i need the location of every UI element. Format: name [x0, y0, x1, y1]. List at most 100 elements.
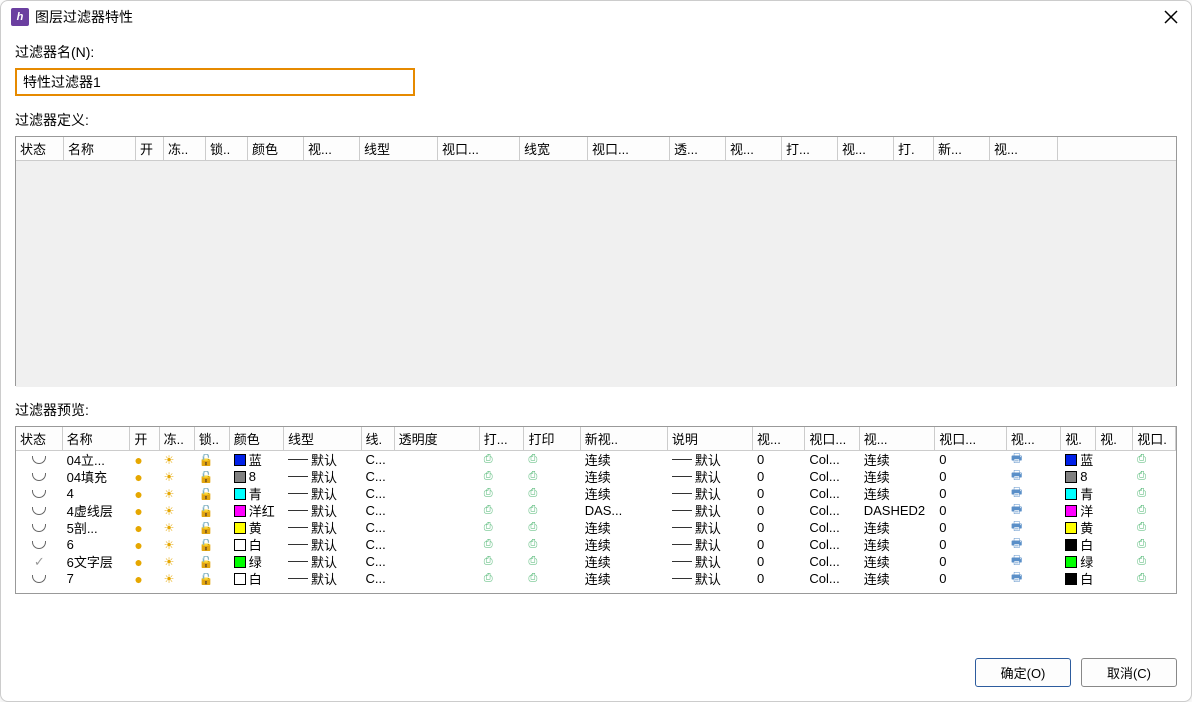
filter-definition-grid[interactable]: 状态名称开冻..锁..颜色视...线型视口...线宽视口...透...视...打…: [15, 136, 1177, 386]
color-swatch: [234, 556, 246, 568]
table-row[interactable]: 04立...●☀🔓蓝默认C...⎙⎙连续默认0Col...连续0🖶蓝⎙: [16, 451, 1176, 468]
table-row[interactable]: 5剖...●☀🔓黄默认C...⎙⎙连续默认0Col...连续0🖶黄⎙: [16, 519, 1176, 536]
lineweight-icon: [672, 544, 692, 545]
linetype-icon: [288, 578, 308, 579]
definition-column-header[interactable]: 透...: [670, 137, 726, 160]
definition-column-header[interactable]: 视口...: [588, 137, 670, 160]
viewport-icon: ⎙: [484, 453, 493, 466]
close-button[interactable]: [1161, 7, 1181, 27]
color-swatch: [1065, 522, 1077, 534]
definition-column-header[interactable]: 视...: [726, 137, 782, 160]
preview-column-header[interactable]: 状态: [16, 427, 63, 450]
definition-column-header[interactable]: 视...: [304, 137, 360, 160]
viewport-icon: ⎙: [484, 555, 493, 568]
filter-name-input[interactable]: [15, 68, 415, 96]
viewport-icon: ⎙: [528, 538, 537, 551]
preview-column-header[interactable]: 开: [130, 427, 159, 450]
filter-definition-section: 过滤器定义: 状态名称开冻..锁..颜色视...线型视口...线宽视口...透.…: [15, 110, 1177, 386]
dialog-window: h 图层过滤器特性 过滤器名(N): 过滤器定义: 状态名称开冻..锁..颜色视…: [0, 0, 1192, 702]
definition-column-header[interactable]: 打.: [894, 137, 934, 160]
definition-column-header[interactable]: 打...: [782, 137, 838, 160]
definition-grid-body: [16, 161, 1176, 387]
viewport-icon: ⎙: [1137, 453, 1146, 466]
viewport-icon: ⎙: [1137, 555, 1146, 568]
definition-column-header[interactable]: 状态: [16, 137, 64, 160]
preview-column-header[interactable]: 锁..: [195, 427, 230, 450]
viewport-icon: ⎙: [1137, 487, 1146, 500]
layer-name: 5剖...: [63, 518, 131, 537]
color-swatch: [1065, 539, 1077, 551]
definition-column-header[interactable]: 名称: [64, 137, 136, 160]
preview-column-header[interactable]: 视...: [1007, 427, 1061, 450]
lightbulb-icon: ●: [134, 470, 142, 484]
table-row[interactable]: 4虚线层●☀🔓洋红默认C...⎙⎙DAS...默认0Col...DASHED20…: [16, 502, 1176, 519]
lineweight-icon: [672, 493, 692, 494]
viewport-icon: ⎙: [1137, 572, 1146, 585]
lineweight-icon: [672, 578, 692, 579]
cancel-button[interactable]: 取消(C): [1081, 658, 1177, 687]
preview-column-header[interactable]: 视口.: [1133, 427, 1176, 450]
lock-icon: 🔓: [199, 556, 214, 568]
preview-column-header[interactable]: 颜色: [230, 427, 284, 450]
filter-preview-grid[interactable]: 状态名称开冻..锁..颜色线型线.透明度打...打印新视..说明视...视口..…: [15, 426, 1177, 594]
sun-icon: ☀: [164, 505, 175, 517]
preview-column-header[interactable]: 线型: [284, 427, 361, 450]
preview-column-header[interactable]: 视.: [1061, 427, 1096, 450]
preview-column-header[interactable]: 说明: [668, 427, 753, 450]
table-row[interactable]: 7●☀🔓白默认C...⎙⎙连续默认0Col...连续0🖶白⎙: [16, 570, 1176, 587]
table-row[interactable]: 6●☀🔓白默认C...⎙⎙连续默认0Col...连续0🖶白⎙: [16, 536, 1176, 553]
viewport-icon: ⎙: [1137, 470, 1146, 483]
preview-column-header[interactable]: 冻..: [160, 427, 195, 450]
color-swatch: [1065, 505, 1077, 517]
color-swatch: [1065, 471, 1077, 483]
definition-column-header[interactable]: 冻..: [164, 137, 206, 160]
definition-column-header[interactable]: 颜色: [248, 137, 304, 160]
preview-column-header[interactable]: 线.: [362, 427, 395, 450]
viewport-icon: ⎙: [528, 572, 537, 585]
preview-column-header[interactable]: 新视..: [581, 427, 668, 450]
viewport-icon: ⎙: [484, 487, 493, 500]
dialog-title: 图层过滤器特性: [35, 7, 1161, 27]
dialog-content: 过滤器名(N): 过滤器定义: 状态名称开冻..锁..颜色视...线型视口...…: [1, 34, 1191, 654]
color-swatch: [234, 539, 246, 551]
lock-icon: 🔓: [199, 573, 214, 585]
preview-column-header[interactable]: 打印: [524, 427, 580, 450]
lineweight-icon: [672, 459, 692, 460]
table-row[interactable]: 04填充●☀🔓8默认C...⎙⎙连续默认0Col...连续0🖶8⎙: [16, 468, 1176, 485]
preview-column-header[interactable]: 透明度: [395, 427, 480, 450]
viewport-icon: ⎙: [528, 453, 537, 466]
lightbulb-icon: ●: [134, 504, 142, 518]
preview-column-header[interactable]: 视口...: [805, 427, 859, 450]
table-row[interactable]: 4●☀🔓青默认C...⎙⎙连续默认0Col...连续0🖶青⎙: [16, 485, 1176, 502]
viewport-icon: ⎙: [484, 572, 493, 585]
definition-column-header[interactable]: 锁..: [206, 137, 248, 160]
sun-icon: ☀: [164, 522, 175, 534]
definition-column-header[interactable]: 开: [136, 137, 164, 160]
definition-column-header[interactable]: 线型: [360, 137, 438, 160]
definition-column-header[interactable]: 视...: [990, 137, 1058, 160]
ok-button[interactable]: 确定(O): [975, 658, 1071, 687]
preview-column-header[interactable]: 打...: [480, 427, 525, 450]
sun-icon: ☀: [164, 488, 175, 500]
preview-column-header[interactable]: 视口...: [935, 427, 1007, 450]
linetype-icon: [288, 527, 308, 528]
definition-grid-header: 状态名称开冻..锁..颜色视...线型视口...线宽视口...透...视...打…: [16, 137, 1176, 161]
lightbulb-icon: ●: [134, 521, 142, 535]
lineweight-icon: [672, 510, 692, 511]
color-swatch: [234, 488, 246, 500]
color-swatch: [234, 573, 246, 585]
layer-status-icon: [32, 507, 46, 515]
preview-column-header[interactable]: 视...: [753, 427, 805, 450]
preview-grid-header: 状态名称开冻..锁..颜色线型线.透明度打...打印新视..说明视...视口..…: [16, 427, 1176, 451]
layer-status-icon: [32, 524, 46, 532]
preview-column-header[interactable]: 名称: [63, 427, 131, 450]
preview-column-header[interactable]: 视...: [860, 427, 936, 450]
table-row[interactable]: ✓6文字层●☀🔓绿默认C...⎙⎙连续默认0Col...连续0🖶绿⎙: [16, 553, 1176, 570]
viewport-icon: ⎙: [484, 521, 493, 534]
definition-column-header[interactable]: 视口...: [438, 137, 520, 160]
preview-grid-body: 04立...●☀🔓蓝默认C...⎙⎙连续默认0Col...连续0🖶蓝⎙04填充●…: [16, 451, 1176, 594]
definition-column-header[interactable]: 新...: [934, 137, 990, 160]
definition-column-header[interactable]: 视...: [838, 137, 894, 160]
preview-column-header[interactable]: 视.: [1096, 427, 1133, 450]
definition-column-header[interactable]: 线宽: [520, 137, 588, 160]
